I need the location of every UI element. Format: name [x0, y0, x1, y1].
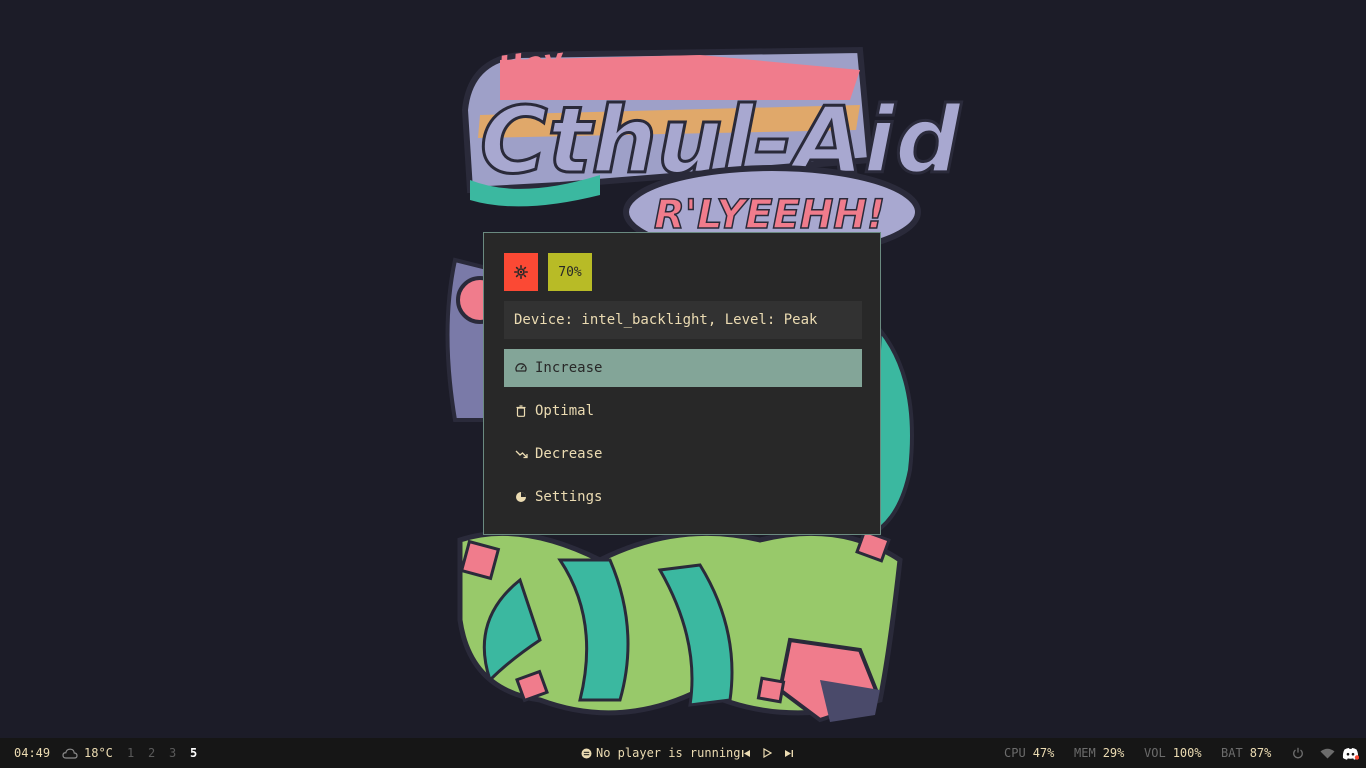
- cpu-value: 47%: [1032, 746, 1055, 760]
- menu-item-label: Decrease: [535, 446, 603, 462]
- power-icon: [1293, 747, 1303, 759]
- trash-icon: [514, 404, 528, 418]
- workspace-2[interactable]: 2: [148, 738, 155, 768]
- menu-item-label: Increase: [535, 360, 603, 376]
- device-info: Device: intel_backlight, Level: Peak: [504, 301, 862, 339]
- menu-item-label: Settings: [535, 489, 603, 505]
- brightness-button[interactable]: [504, 253, 538, 291]
- wifi-icon: [1320, 748, 1335, 758]
- brightness-icon: [514, 265, 528, 279]
- bat-label: BAT: [1221, 746, 1243, 760]
- menu-item-label: Optimal: [535, 403, 595, 419]
- temperature: 18°C: [84, 746, 113, 760]
- player-status: No player is running: [596, 746, 741, 760]
- vol-label: VOL: [1144, 746, 1166, 760]
- menu-item-optimal[interactable]: Optimal: [504, 392, 862, 430]
- speedometer-icon: [514, 361, 528, 375]
- memory-widget: MEM 29%: [1074, 738, 1124, 768]
- menu-item-settings[interactable]: Settings: [504, 478, 862, 516]
- discord-tray[interactable]: [1342, 738, 1359, 768]
- mem-value: 29%: [1102, 746, 1125, 760]
- menu-item-decrease[interactable]: Decrease: [504, 435, 862, 473]
- workspace-3[interactable]: 3: [169, 738, 176, 768]
- menu-item-increase[interactable]: Increase: [504, 349, 862, 387]
- cpu-label: CPU: [1004, 746, 1026, 760]
- next-track-button[interactable]: [784, 738, 794, 768]
- pie-settings-icon: [514, 490, 528, 504]
- volume-widget[interactable]: VOL 100%: [1144, 738, 1202, 768]
- weather-widget[interactable]: 18°C: [62, 738, 113, 768]
- music-disc-icon: [581, 748, 592, 758]
- brightness-menu: 70% Device: intel_backlight, Level: Peak…: [483, 232, 881, 535]
- brightness-level-badge: 70%: [548, 253, 592, 291]
- wifi-indicator[interactable]: [1320, 738, 1335, 768]
- cpu-widget: CPU 47%: [1004, 738, 1054, 768]
- mem-label: MEM: [1074, 746, 1096, 760]
- battery-widget: BAT 87%: [1221, 738, 1271, 768]
- cloud-icon: [62, 748, 78, 759]
- play-button[interactable]: [762, 738, 772, 768]
- play-icon: [763, 748, 772, 758]
- trend-down-icon: [514, 447, 528, 461]
- media-player: No player is running: [581, 738, 741, 768]
- skip-forward-icon: [785, 749, 793, 757]
- power-button[interactable]: [1292, 738, 1304, 768]
- workspace-5[interactable]: 5: [190, 738, 197, 768]
- bat-value: 87%: [1249, 746, 1272, 760]
- vol-value: 100%: [1172, 746, 1202, 760]
- skip-back-icon: [742, 749, 750, 757]
- workspace-1[interactable]: 1: [127, 738, 134, 768]
- discord-icon: [1342, 747, 1359, 760]
- status-bar: 04:49 18°C 1 2 3 5 No player is running …: [0, 738, 1366, 768]
- previous-track-button[interactable]: [741, 738, 751, 768]
- clock: 04:49: [14, 746, 51, 760]
